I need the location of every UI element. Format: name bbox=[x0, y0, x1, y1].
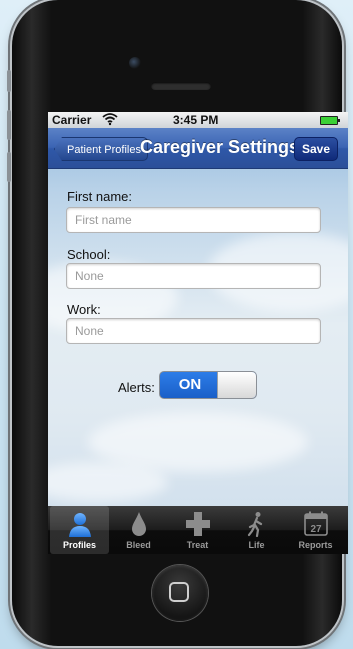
tab-bar: Profiles Bleed Treat Life 27 Reports bbox=[48, 506, 348, 554]
school-label: School: bbox=[67, 247, 111, 262]
app-screen: Carrier 3:45 PM Patient Profiles Caregiv… bbox=[48, 112, 348, 554]
tab-treat[interactable]: Treat bbox=[168, 506, 227, 554]
tab-label-bleed: Bleed bbox=[126, 540, 151, 550]
battery-icon bbox=[320, 116, 340, 125]
tab-reports[interactable]: 27 Reports bbox=[286, 506, 345, 554]
alerts-label: Alerts: bbox=[118, 380, 155, 395]
tab-bleed[interactable]: Bleed bbox=[109, 506, 168, 554]
drop-icon bbox=[132, 512, 146, 536]
navigation-bar: Patient Profiles Caregiver Settings Save bbox=[48, 128, 348, 169]
carrier-name: Carrier bbox=[52, 113, 92, 127]
toggle-knob[interactable] bbox=[217, 372, 256, 398]
wifi-icon bbox=[102, 112, 118, 129]
page-title: Caregiver Settings bbox=[140, 137, 300, 157]
calendar-icon: 27 bbox=[304, 511, 328, 536]
tab-life[interactable]: Life bbox=[227, 506, 286, 554]
back-button[interactable]: Patient Profiles bbox=[54, 137, 148, 161]
volume-down-button bbox=[7, 152, 11, 182]
status-bar: Carrier 3:45 PM bbox=[48, 112, 348, 128]
school-field[interactable] bbox=[66, 263, 321, 289]
person-icon bbox=[69, 513, 91, 537]
tab-label-profiles: Profiles bbox=[62, 540, 96, 550]
alerts-toggle[interactable]: ON bbox=[159, 371, 257, 399]
first-name-field[interactable] bbox=[66, 207, 321, 233]
work-field[interactable] bbox=[66, 318, 321, 344]
tab-label-reports: Reports bbox=[298, 540, 333, 550]
cross-icon bbox=[186, 512, 210, 536]
volume-up-button bbox=[7, 110, 11, 140]
front-camera bbox=[129, 57, 141, 69]
phone-frame: Carrier 3:45 PM Patient Profiles Caregiv… bbox=[7, 0, 348, 646]
calendar-badge-text: 27 bbox=[310, 524, 322, 535]
tab-profiles[interactable]: Profiles bbox=[50, 506, 109, 554]
save-button[interactable]: Save bbox=[294, 137, 338, 161]
toggle-on-text: ON bbox=[178, 376, 202, 393]
walking-icon bbox=[247, 512, 263, 537]
mute-switch bbox=[7, 70, 11, 92]
work-label: Work: bbox=[67, 302, 101, 317]
earpiece-speaker bbox=[151, 82, 211, 90]
tab-label-treat: Treat bbox=[186, 540, 209, 550]
home-square-icon bbox=[169, 582, 189, 602]
status-time: 3:45 PM bbox=[173, 113, 219, 127]
first-name-label: First name: bbox=[67, 189, 133, 204]
tab-label-life: Life bbox=[248, 540, 265, 550]
